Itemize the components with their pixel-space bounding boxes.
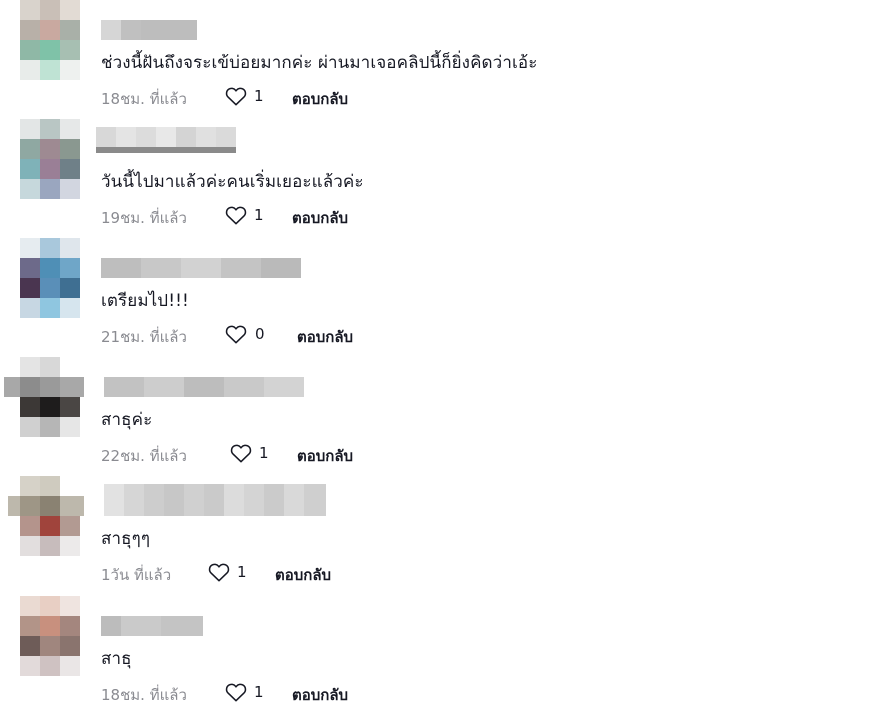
avatar[interactable] (8, 476, 84, 556)
heart-outline-icon[interactable] (208, 562, 230, 582)
avatar[interactable] (20, 119, 80, 199)
comment-time: 21ชม. ที่แล้ว (101, 328, 187, 346)
comment-text: สาธุๆๆ (101, 529, 151, 549)
avatar[interactable] (20, 238, 80, 318)
comment-item: เตรียมไป!!! 21ชม. ที่แล้ว 0 ตอบกลับ (0, 238, 889, 356)
reply-button[interactable]: ตอบกลับ (292, 683, 348, 707)
comment-item: สาธุๆๆ 1วัน ที่แล้ว 1 ตอบกลับ (0, 476, 889, 594)
comment-text: สาธุค่ะ (101, 410, 153, 430)
heart-outline-icon[interactable] (225, 86, 247, 106)
heart-outline-icon[interactable] (225, 682, 247, 702)
username-blurred[interactable] (104, 484, 326, 516)
like-count: 1 (254, 206, 264, 224)
reply-button[interactable]: ตอบกลับ (292, 87, 348, 111)
avatar[interactable] (20, 0, 80, 80)
reply-button[interactable]: ตอบกลับ (297, 325, 353, 349)
heart-outline-icon[interactable] (225, 205, 247, 225)
comment-time: 18ชม. ที่แล้ว (101, 90, 187, 108)
comment-text: เตรียมไป!!! (101, 291, 189, 311)
reply-button[interactable]: ตอบกลับ (275, 563, 331, 587)
comment-text: ช่วงนี้ฝันถึงจระเข้บ่อยมากค่ะ ผ่านมาเจอค… (101, 53, 538, 73)
like-count: 1 (237, 563, 247, 581)
like-count: 1 (259, 444, 269, 462)
comment-time: 1วัน ที่แล้ว (101, 566, 172, 584)
reply-button[interactable]: ตอบกลับ (292, 206, 348, 230)
username-blurred[interactable] (101, 616, 203, 636)
comment-text: สาธุ (101, 649, 132, 669)
like-count: 0 (255, 325, 265, 343)
avatar[interactable] (4, 357, 84, 437)
comment-text: วันนี้ไปมาแล้วค่ะคนเริ่มเยอะแล้วค่ะ (101, 172, 364, 192)
comment-time: 22ชม. ที่แล้ว (101, 447, 187, 465)
heart-outline-icon[interactable] (225, 324, 247, 344)
username-blurred[interactable] (101, 20, 197, 40)
comment-time: 19ชม. ที่แล้ว (101, 209, 187, 227)
comment-item: สาธุค่ะ 22ชม. ที่แล้ว 1 ตอบกลับ (0, 357, 889, 475)
reply-button[interactable]: ตอบกลับ (297, 444, 353, 468)
comment-time: 18ชม. ที่แล้ว (101, 686, 187, 704)
avatar[interactable] (20, 596, 80, 676)
heart-outline-icon[interactable] (230, 443, 252, 463)
comment-item: ช่วงนี้ฝันถึงจระเข้บ่อยมากค่ะ ผ่านมาเจอค… (0, 0, 889, 118)
username-blurred[interactable] (104, 377, 304, 397)
comment-item: สาธุ 18ชม. ที่แล้ว 1 ตอบกลับ (0, 596, 889, 714)
like-count: 1 (254, 683, 264, 701)
like-count: 1 (254, 87, 264, 105)
comment-item: วันนี้ไปมาแล้วค่ะคนเริ่มเยอะแล้วค่ะ 19ชม… (0, 119, 889, 237)
username-blurred[interactable] (96, 127, 236, 153)
username-blurred[interactable] (101, 258, 301, 278)
